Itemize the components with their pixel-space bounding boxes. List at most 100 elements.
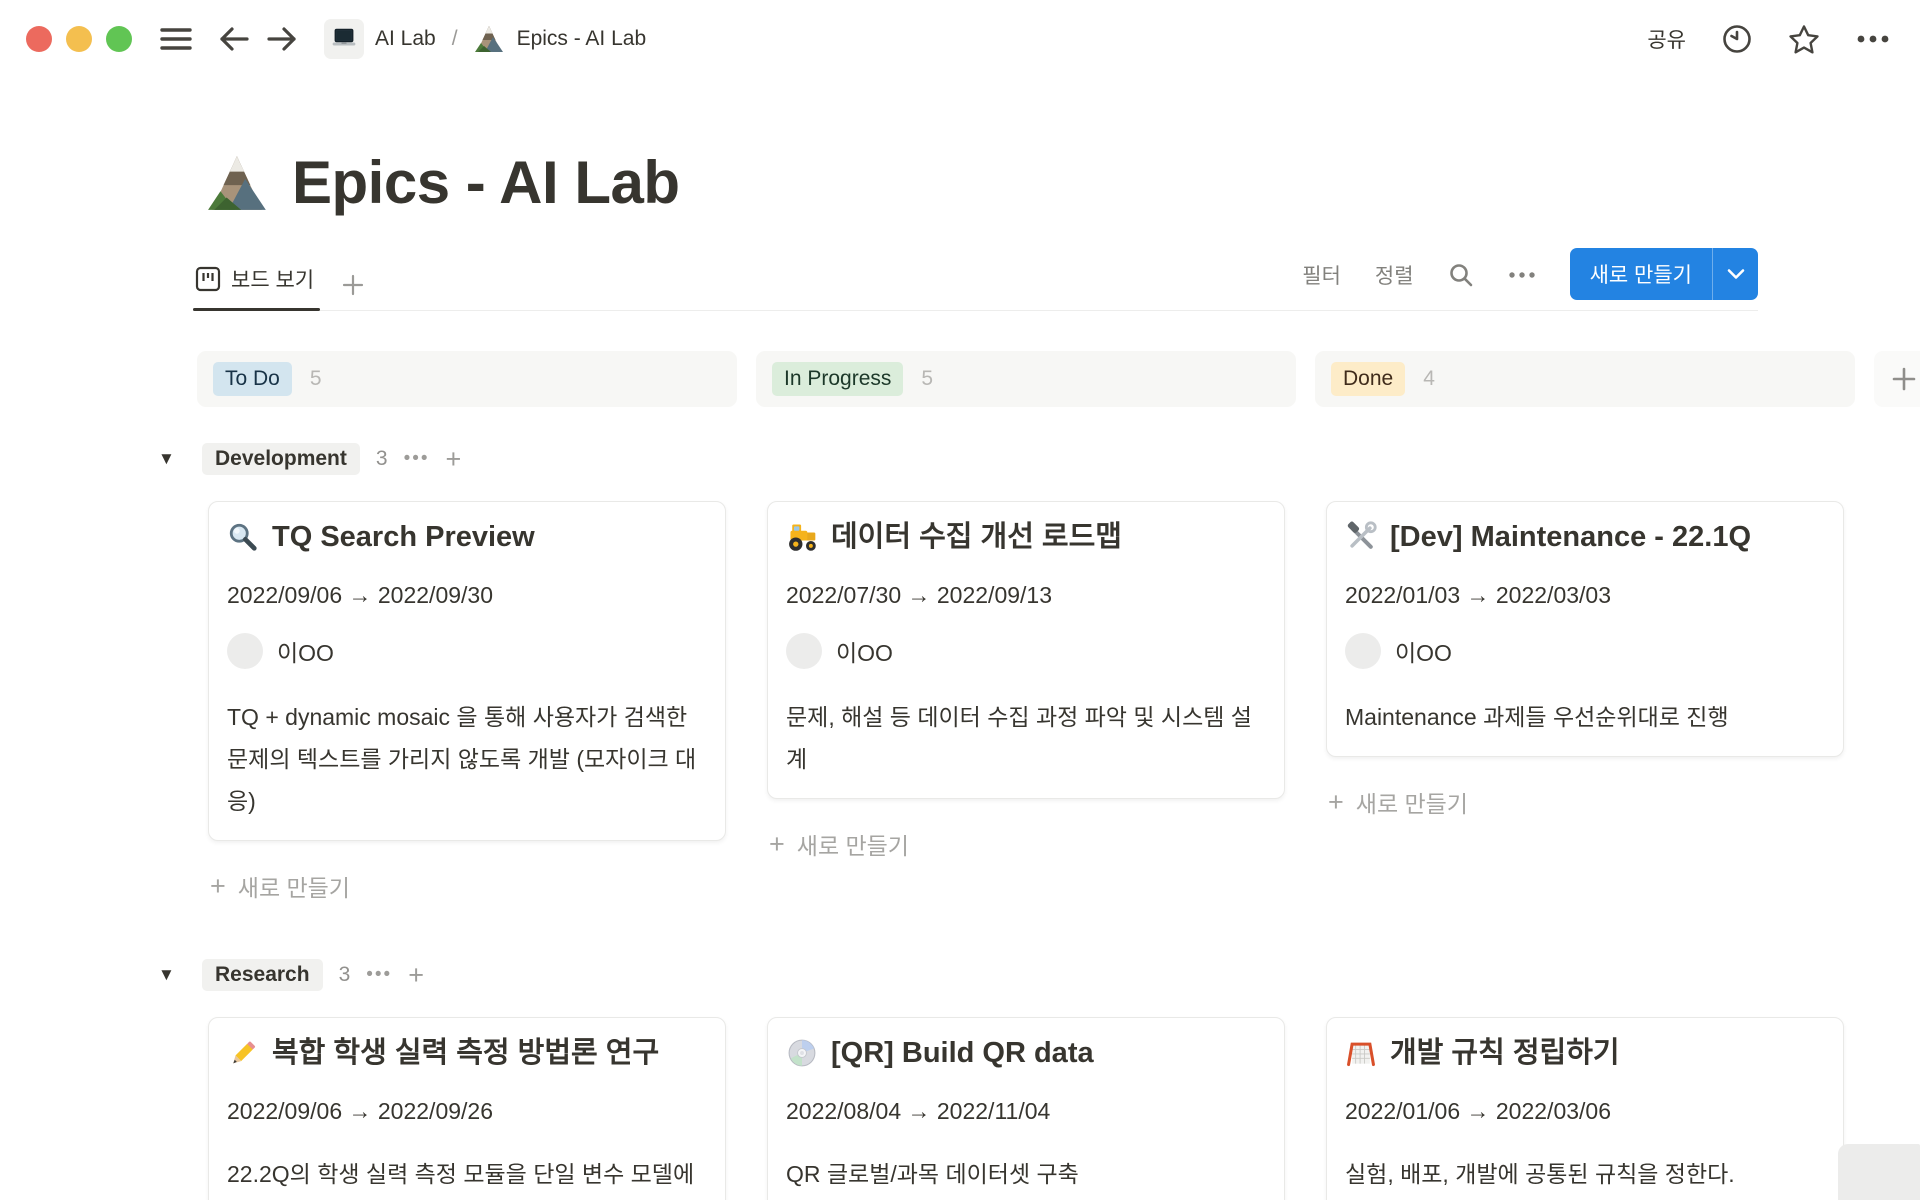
card-description: 문제, 해설 등 데이터 수집 과정 파악 및 시스템 설계 bbox=[786, 696, 1266, 780]
topbar-actions: 공유 bbox=[1647, 24, 1890, 54]
card-assignee: 이OO bbox=[227, 633, 707, 669]
group-name-badge[interactable]: Development bbox=[202, 443, 360, 475]
topbar: AI Lab / Epics - AI Lab 공유 bbox=[0, 0, 1920, 78]
card-title: [Dev] Maintenance - 22.1Q bbox=[1390, 519, 1751, 555]
add-view-plus-icon[interactable] bbox=[342, 274, 364, 296]
group-collapse-toggle-icon[interactable]: ▼ bbox=[158, 449, 175, 469]
board-cell: [QR] Build QR data 2022/08/04 → 2022/11/… bbox=[756, 1017, 1296, 1200]
card-title: 개발 규칙 정립하기 bbox=[1390, 1035, 1620, 1071]
card-title: 복합 학생 실력 측정 방법론 연구 bbox=[272, 1035, 659, 1071]
card-date-range: 2022/07/30 → 2022/09/13 bbox=[786, 580, 1266, 610]
group-collapse-toggle-icon[interactable]: ▼ bbox=[158, 965, 175, 985]
avatar bbox=[227, 633, 263, 669]
group-add-icon[interactable]: + bbox=[408, 965, 424, 985]
group-development-cards: TQ Search Preview 2022/09/06 → 2022/09/3… bbox=[197, 501, 1920, 903]
view-toolbar: 보드 보기 필터 정렬 새로 만들기 bbox=[193, 253, 1758, 311]
search-icon[interactable] bbox=[1448, 262, 1474, 288]
tab-board-view-label: 보드 보기 bbox=[231, 264, 314, 294]
group-more-icon[interactable]: ••• bbox=[404, 448, 430, 470]
magnifier-emoji bbox=[227, 521, 259, 553]
card-date-range: 2022/09/06 → 2022/09/26 bbox=[227, 1096, 707, 1126]
new-card-label: 새로 만들기 bbox=[1356, 785, 1468, 819]
card-ability-measurement-research[interactable]: 복합 학생 실력 측정 방법론 연구 2022/09/06 → 2022/09/… bbox=[208, 1017, 726, 1200]
breadcrumb-page[interactable]: Epics - AI Lab bbox=[474, 24, 647, 54]
zoom-window-button[interactable] bbox=[106, 26, 132, 52]
card-description: TQ + dynamic mosaic 을 통해 사용자가 검색한 문제의 텍스… bbox=[227, 696, 707, 822]
status-badge[interactable]: In Progress bbox=[772, 362, 903, 396]
card-description: Maintenance 과제들 우선순위대로 진행 bbox=[1345, 696, 1825, 738]
card-qr-build-data[interactable]: [QR] Build QR data 2022/08/04 → 2022/11/… bbox=[767, 1017, 1285, 1200]
filter-button[interactable]: 필터 bbox=[1302, 260, 1341, 290]
card-dev-maintenance[interactable]: [Dev] Maintenance - 22.1Q 2022/01/03 → 2… bbox=[1326, 501, 1844, 757]
column-count: 4 bbox=[1423, 367, 1435, 391]
laptop-icon bbox=[324, 19, 364, 59]
hammer-wrench-emoji bbox=[1345, 521, 1377, 553]
close-window-button[interactable] bbox=[26, 26, 52, 52]
group-research: ▼ Research 3 ••• + 복합 학생 실력 측정 방법론 연구 bbox=[197, 955, 1920, 1200]
group-name-badge[interactable]: Research bbox=[202, 959, 323, 991]
minimize-window-button[interactable] bbox=[66, 26, 92, 52]
card-data-collection-roadmap[interactable]: 데이터 수집 개선 로드맵 2022/07/30 → 2022/09/13 이O… bbox=[767, 501, 1285, 799]
group-add-icon[interactable]: + bbox=[446, 449, 462, 469]
card-tq-search-preview[interactable]: TQ Search Preview 2022/09/06 → 2022/09/3… bbox=[208, 501, 726, 841]
assignee-name: 이OO bbox=[277, 634, 334, 668]
card-description: QR 글로벌/과목 데이터셋 구축 bbox=[786, 1153, 1266, 1195]
chevron-down-icon[interactable] bbox=[1712, 248, 1758, 300]
breadcrumb-workspace[interactable]: AI Lab bbox=[324, 19, 436, 59]
kanban-board: To Do 5 In Progress 5 Done 4 ▼ Developme… bbox=[197, 351, 1920, 1200]
group-header: ▼ Research 3 ••• + bbox=[197, 955, 1920, 995]
card-assignee: 이OO bbox=[786, 633, 1266, 669]
page-title: Epics - AI Lab bbox=[292, 148, 680, 217]
group-more-icon[interactable]: ••• bbox=[366, 964, 392, 986]
tab-board-view[interactable]: 보드 보기 bbox=[193, 264, 320, 310]
card-description: 22.2Q의 학생 실력 측정 모듈을 단일 변수 모델에서 복합 능력 변수로… bbox=[227, 1153, 707, 1200]
sort-button[interactable]: 정렬 bbox=[1375, 260, 1414, 290]
pencil-emoji bbox=[227, 1037, 259, 1069]
plus-icon: + bbox=[769, 833, 785, 856]
goal-net-emoji bbox=[1345, 1037, 1377, 1069]
column-count: 5 bbox=[921, 367, 933, 391]
star-icon[interactable] bbox=[1788, 24, 1820, 54]
card-dev-rules[interactable]: 개발 규칙 정립하기 2022/01/06 → 2022/03/06 실험, 배… bbox=[1326, 1017, 1844, 1200]
arrow-left-icon[interactable] bbox=[218, 25, 250, 53]
group-count: 3 bbox=[339, 963, 351, 987]
add-column-button[interactable] bbox=[1874, 351, 1920, 407]
board-view-icon bbox=[195, 266, 221, 292]
share-button[interactable]: 공유 bbox=[1647, 24, 1686, 54]
ellipsis-icon[interactable] bbox=[1856, 34, 1890, 44]
breadcrumb-workspace-label: AI Lab bbox=[375, 27, 436, 51]
column-count: 5 bbox=[310, 367, 322, 391]
plus-icon bbox=[1891, 366, 1917, 392]
hamburger-icon[interactable] bbox=[160, 26, 192, 52]
status-badge[interactable]: To Do bbox=[213, 362, 292, 396]
card-title: 데이터 수집 개선 로드맵 bbox=[831, 519, 1122, 555]
new-entry-button-label[interactable]: 새로 만들기 bbox=[1570, 248, 1712, 300]
avatar bbox=[786, 633, 822, 669]
new-entry-button[interactable]: 새로 만들기 bbox=[1570, 248, 1758, 300]
ellipsis-icon[interactable] bbox=[1508, 271, 1536, 279]
group-header: ▼ Development 3 ••• + bbox=[197, 439, 1920, 479]
group-count: 3 bbox=[376, 447, 388, 471]
new-card-button[interactable]: + 새로 만들기 bbox=[1328, 785, 1855, 819]
arrow-right-icon[interactable] bbox=[266, 25, 298, 53]
mountain-icon bbox=[474, 24, 506, 54]
new-card-button[interactable]: + 새로 만들기 bbox=[769, 827, 1296, 861]
column-header-done[interactable]: Done 4 bbox=[1315, 351, 1855, 407]
mountain-icon[interactable] bbox=[206, 152, 272, 214]
board-cell: 데이터 수집 개선 로드맵 2022/07/30 → 2022/09/13 이O… bbox=[756, 501, 1296, 903]
column-header-todo[interactable]: To Do 5 bbox=[197, 351, 737, 407]
avatar bbox=[1345, 633, 1381, 669]
column-header-in-progress[interactable]: In Progress 5 bbox=[756, 351, 1296, 407]
card-description: 실험, 배포, 개발에 공통된 규칙을 정한다. 정한 규칙을 다같이 사용한다 bbox=[1345, 1153, 1825, 1200]
breadcrumb-separator: / bbox=[452, 27, 458, 51]
status-badge[interactable]: Done bbox=[1331, 362, 1405, 396]
card-assignee: 이OO bbox=[1345, 633, 1825, 669]
page-header: Epics - AI Lab bbox=[206, 148, 1920, 217]
group-development: ▼ Development 3 ••• + TQ Search Preview bbox=[197, 439, 1920, 903]
clock-icon[interactable] bbox=[1722, 24, 1752, 54]
toolbar-actions: 필터 정렬 새로 만들기 bbox=[1302, 248, 1758, 310]
card-title: TQ Search Preview bbox=[272, 519, 535, 555]
card-title: [QR] Build QR data bbox=[831, 1035, 1094, 1071]
new-card-button[interactable]: + 새로 만들기 bbox=[210, 869, 737, 903]
board-cell: TQ Search Preview 2022/09/06 → 2022/09/3… bbox=[197, 501, 737, 903]
